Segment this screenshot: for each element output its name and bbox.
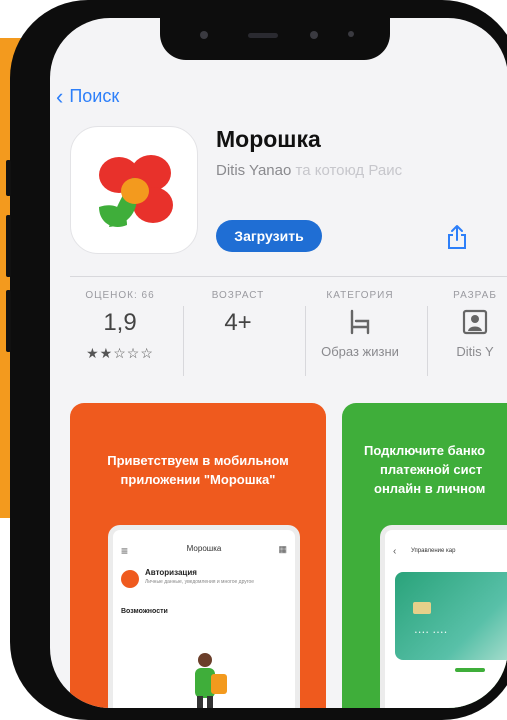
page-indicator <box>455 668 485 672</box>
phone-notch <box>160 18 390 60</box>
age-stat: ВОЗРАСТ 4+ <box>183 290 293 337</box>
phone-frame: ‹ Поиск Морошка Ditis Yanao та котоюд Ра… <box>6 0 507 720</box>
back-label: Поиск <box>69 86 120 106</box>
developer-stat[interactable]: РАЗРАБ Ditis Y <box>420 290 507 359</box>
screenshot-caption: Приветствуем в мобильном приложении "Мор… <box>70 451 326 489</box>
card-chip-icon <box>413 602 431 614</box>
screenshot-card[interactable]: Приветствуем в мобильном приложении "Мор… <box>70 403 326 708</box>
user-icon <box>121 570 139 588</box>
mini-phone-preview: ≡ Морошка ▦ Авторизация Личные данные, у… <box>108 525 300 708</box>
sensor-icon <box>310 31 318 39</box>
mini-section-title: Возможности <box>121 608 168 615</box>
card-number-mask: •••• •••• <box>415 630 449 636</box>
side-button <box>6 290 11 352</box>
age-label: ВОЗРАСТ <box>211 290 265 301</box>
side-button <box>6 160 11 196</box>
side-button <box>6 215 11 277</box>
mini-title: Морошка <box>186 544 222 553</box>
mini-phone-preview: ‹ Управление кар •••• •••• <box>380 525 507 708</box>
person-card-icon <box>462 309 488 335</box>
sensor-icon <box>348 31 354 37</box>
person-illustration-icon <box>195 653 227 708</box>
rating-stars: ★★☆☆☆ <box>86 345 154 361</box>
category-label: КАТЕГОРИЯ <box>326 290 394 301</box>
screenshot-card[interactable]: Подключите банко платежной сист онлайн в… <box>342 403 507 708</box>
app-title: Морошка <box>216 126 321 152</box>
age-value: 4+ <box>224 309 252 336</box>
caption-line: платежной сист <box>380 462 483 477</box>
armchair-icon <box>350 309 370 335</box>
app-icon <box>70 126 198 254</box>
flower-logo-icon <box>99 155 173 227</box>
caption-line: онлайн в личном <box>374 481 486 496</box>
chevron-left-icon: ‹ <box>56 83 64 109</box>
category-value: Образ жизни <box>321 344 399 359</box>
developer-stat-value: Ditis Y <box>456 344 494 359</box>
camera-icon <box>200 31 208 39</box>
caption-line: Подключите банко <box>364 443 486 458</box>
bank-card-image: •••• •••• <box>395 572 507 660</box>
divider <box>70 276 507 277</box>
share-icon[interactable] <box>446 224 468 250</box>
chevron-left-icon: ‹ <box>393 546 397 557</box>
screenshot-caption: Подключите банко платежной сист онлайн в… <box>342 441 507 498</box>
speaker-grille <box>248 33 278 38</box>
caption-line: приложении "Морошка" <box>120 472 276 487</box>
download-button[interactable]: Загрузить <box>216 220 322 252</box>
mini-title: Управление кар <box>411 548 456 554</box>
ratings-count-label: ОЦЕНОК: 66 <box>85 290 155 301</box>
rating-value: 1,9 <box>103 309 137 336</box>
app-store-screen: ‹ Поиск Морошка Ditis Yanao та котоюд Ра… <box>50 18 507 708</box>
developer-subtitle: та котоюд Раис <box>295 162 403 179</box>
developer-label: Ditis Yanao <box>216 162 292 179</box>
ratings-stat[interactable]: ОЦЕНОК: 66 1,9 ★★☆☆☆ <box>65 290 175 362</box>
caption-line: Приветствуем в мобильном <box>107 453 289 468</box>
developer-name[interactable]: Ditis Yanao та котоюд Раис <box>216 162 402 179</box>
category-stat[interactable]: КАТЕГОРИЯ Образ жизни <box>305 290 415 359</box>
qr-icon: ▦ <box>278 544 287 554</box>
mini-auth-title: Авторизация <box>145 568 197 577</box>
developer-stat-label: РАЗРАБ <box>453 290 497 301</box>
mini-auth-desc: Личные данные, уведомления и многое друг… <box>145 579 255 585</box>
back-button[interactable]: ‹ Поиск <box>56 83 120 109</box>
